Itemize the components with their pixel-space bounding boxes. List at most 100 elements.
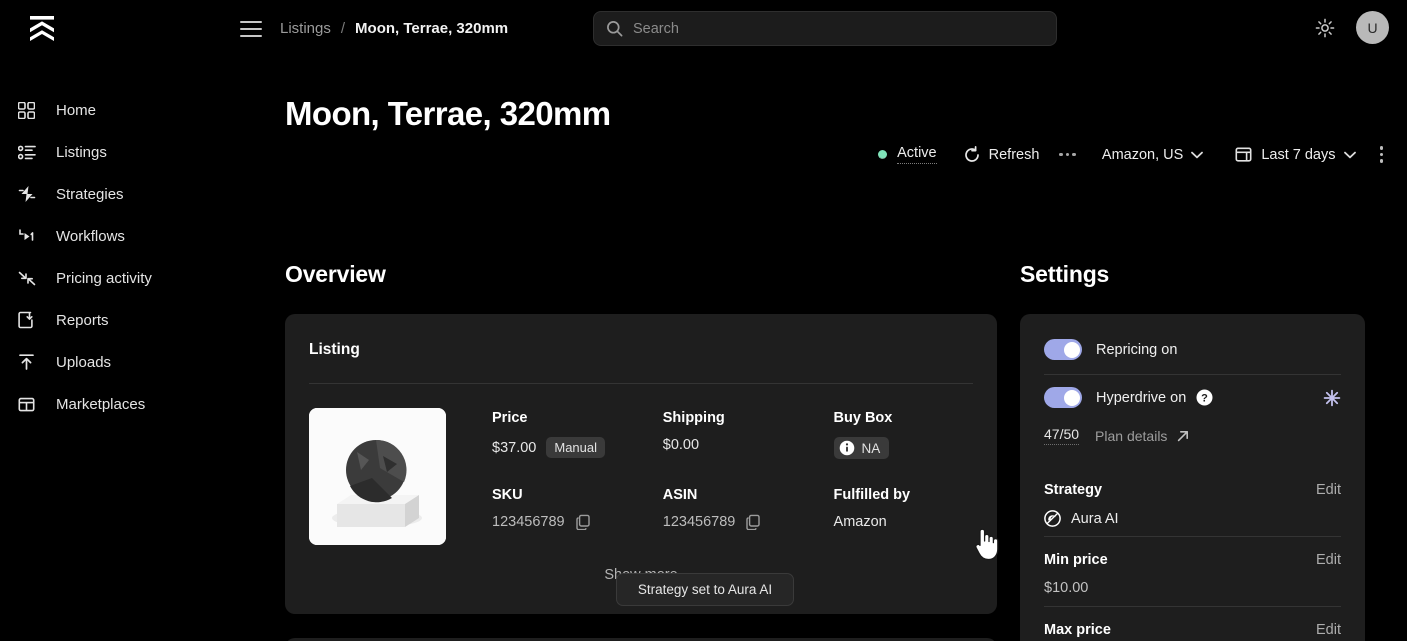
arrows-icon — [18, 270, 44, 287]
question-circle-icon[interactable]: ? — [1196, 389, 1213, 406]
field-label: SKU — [492, 487, 523, 503]
grid-icon — [18, 101, 44, 119]
setting-header: Strategy Edit — [1044, 482, 1341, 498]
aura-ai-icon — [1044, 510, 1061, 527]
setting-min-price: Min price Edit $10.00 — [1044, 552, 1341, 596]
main-content: Moon, Terrae, 320mm Active Refresh Amazo… — [262, 57, 1407, 641]
buy-box-value: NA — [861, 440, 881, 456]
sidebar-item-label: Pricing activity — [56, 269, 152, 287]
hyperdrive-toggle[interactable] — [1044, 387, 1082, 408]
sidebar-item-strategies[interactable]: Strategies — [0, 173, 262, 215]
list-icon — [18, 144, 44, 161]
hyperdrive-quota-row: 47/50 Plan details — [1044, 426, 1190, 445]
status-label: Active — [897, 145, 937, 164]
sidebar: Home Listings Strategies Workflows Prici… — [0, 57, 262, 641]
ellipsis-horizontal-icon[interactable] — [1059, 152, 1076, 157]
info-icon — [839, 440, 854, 456]
workflow-icon — [18, 228, 44, 245]
hyperdrive-row: Hyperdrive on ? — [1044, 387, 1341, 408]
repricing-label: Repricing on — [1096, 341, 1178, 358]
field-label: ASIN — [662, 487, 698, 503]
bolt-icon — [18, 185, 44, 203]
field-fulfilled-by: Fulfilled by Amazon — [834, 487, 972, 530]
hyperdrive-quota[interactable]: 47/50 — [1044, 426, 1080, 445]
sidebar-item-home[interactable]: Home — [0, 89, 262, 131]
divider — [309, 383, 973, 384]
menu-toggle-icon[interactable] — [240, 20, 262, 37]
search-bar[interactable] — [593, 11, 1057, 46]
field-label: Fulfilled by — [833, 487, 911, 503]
repricing-row: Repricing on — [1044, 339, 1341, 360]
field-value: Amazon — [833, 514, 887, 530]
svg-text:?: ? — [1201, 392, 1208, 404]
setting-title: Strategy — [1044, 482, 1103, 498]
repricing-toggle[interactable] — [1044, 339, 1082, 360]
sidebar-item-label: Reports — [56, 311, 109, 329]
field-shipping: Shipping $0.00 — [663, 410, 834, 459]
listing-field-row: SKU 123456789 ASIN 123456789 Fulfilled b… — [492, 487, 972, 530]
hyperdrive-label: Hyperdrive on — [1096, 389, 1187, 406]
field-value: 123456789 — [492, 514, 565, 530]
field-label: Buy Box — [833, 410, 893, 426]
copy-icon[interactable] — [745, 514, 761, 530]
date-range-select[interactable]: Last 7 days — [1235, 146, 1356, 163]
search-input[interactable] — [633, 20, 1044, 37]
page-toolbar: Active Refresh Amazon, US Last 7 days — [878, 145, 1383, 164]
listing-fields: Price $37.00 Manual Shipping $0.00 Buy B… — [492, 410, 972, 558]
listing-field-row: Price $37.00 Manual Shipping $0.00 Buy B… — [492, 410, 972, 459]
refresh-icon — [964, 145, 979, 162]
refresh-label: Refresh — [988, 146, 1040, 163]
copy-icon[interactable] — [575, 514, 591, 530]
field-value: $0.00 — [662, 437, 700, 453]
plan-details-label: Plan details — [1095, 427, 1168, 444]
field-buy-box: Buy Box NA — [833, 410, 972, 459]
plan-details-link[interactable]: Plan details — [1095, 428, 1190, 444]
price-mode-chip[interactable]: Manual — [546, 437, 605, 458]
setting-max-price: Max price Edit Not required while using … — [1044, 622, 1341, 641]
setting-value: $10.00 — [1044, 580, 1089, 596]
product-thumbnail[interactable] — [309, 408, 446, 545]
search-icon — [607, 21, 623, 37]
setting-value-wrap: Aura AI — [1044, 510, 1341, 527]
avatar[interactable]: U — [1356, 11, 1389, 44]
field-value-wrap: 123456789 — [663, 514, 834, 530]
sidebar-item-label: Workflows — [56, 227, 125, 245]
breadcrumb-listings[interactable]: Listings — [280, 20, 331, 37]
sidebar-item-pricing-activity[interactable]: Pricing activity — [0, 257, 262, 299]
top-bar-actions: U — [1312, 11, 1389, 44]
date-range-value: Last 7 days — [1261, 146, 1336, 163]
theme-toggle-button[interactable] — [1312, 15, 1338, 41]
breadcrumb: Listings / Moon, Terrae, 320mm — [280, 20, 508, 37]
page-title: Moon, Terrae, 320mm — [285, 95, 611, 132]
setting-value: Aura AI — [1071, 510, 1119, 527]
edit-min-price-button[interactable]: Edit — [1316, 552, 1341, 568]
buy-box-badge[interactable]: NA — [833, 437, 890, 459]
field-value-wrap: $37.00 Manual — [492, 437, 663, 458]
toast-notification: Strategy set to Aura AI — [616, 573, 794, 606]
field-sku: SKU 123456789 — [492, 487, 663, 530]
edit-strategy-button[interactable]: Edit — [1316, 482, 1341, 498]
sidebar-item-listings[interactable]: Listings — [0, 131, 262, 173]
marketplace-value: Amazon, US — [1101, 146, 1184, 163]
sparkle-icon[interactable] — [1323, 389, 1341, 407]
breadcrumb-current: Moon, Terrae, 320mm — [355, 20, 509, 37]
brand-logo[interactable] — [0, 15, 84, 42]
field-value: 123456789 — [662, 514, 736, 530]
listing-card: Listing Price $37.00 Manual Shipping $0.… — [285, 314, 997, 614]
sidebar-item-marketplaces[interactable]: Marketplaces — [0, 383, 262, 425]
marketplace-select[interactable]: Amazon, US — [1101, 146, 1204, 163]
chevron-down-icon — [1191, 151, 1204, 158]
sidebar-item-uploads[interactable]: Uploads — [0, 341, 262, 383]
field-label: Shipping — [662, 410, 725, 426]
field-asin: ASIN 123456789 — [663, 487, 834, 530]
moon-rock-product-photo-icon — [309, 408, 446, 545]
sun-icon — [1315, 18, 1335, 37]
top-bar: Listings / Moon, Terrae, 320mm Search U — [0, 0, 1407, 57]
sidebar-item-reports[interactable]: Reports — [0, 299, 262, 341]
ellipsis-vertical-icon[interactable] — [1379, 146, 1383, 163]
status-badge[interactable]: Active — [878, 145, 937, 164]
edit-max-price-button[interactable]: Edit — [1316, 622, 1341, 638]
refresh-button[interactable]: Refresh — [963, 145, 1040, 164]
field-value: $37.00 — [492, 439, 537, 456]
sidebar-item-workflows[interactable]: Workflows — [0, 215, 262, 257]
